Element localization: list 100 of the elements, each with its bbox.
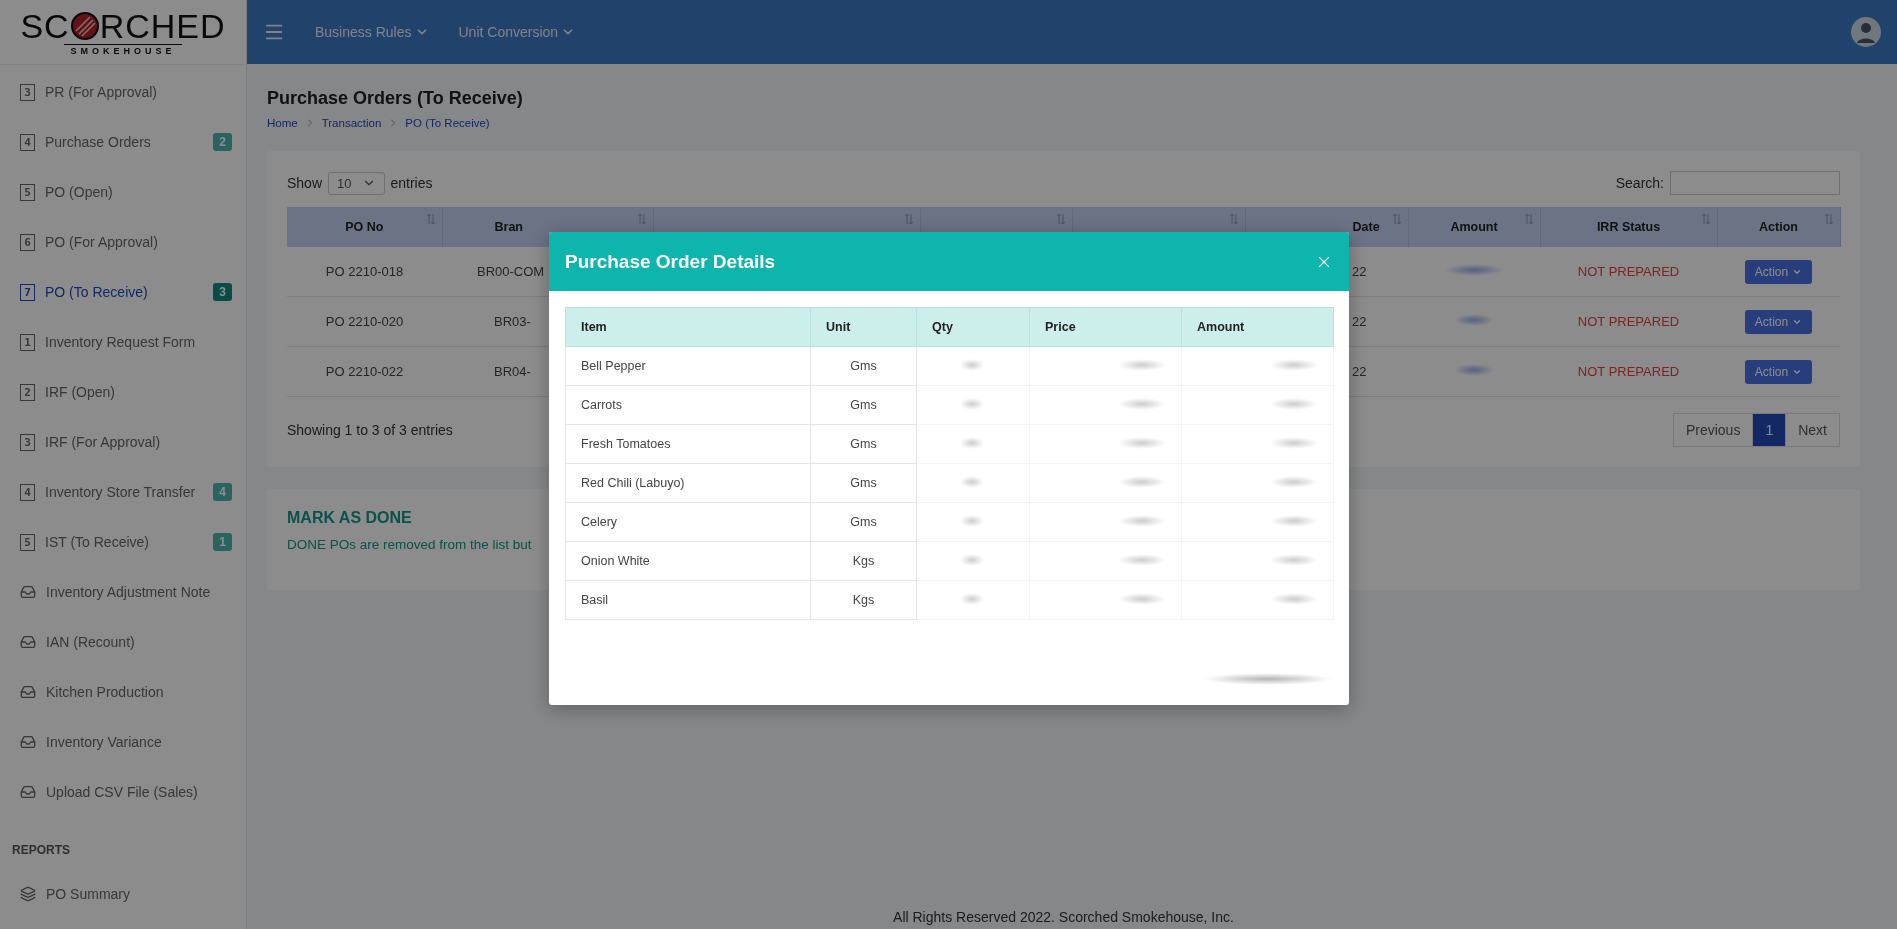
sort-icon[interactable] — [1823, 213, 1834, 225]
action-button[interactable]: Action — [1744, 309, 1813, 334]
sidebar-item[interactable]: 2 IRF (Open) — [0, 367, 246, 417]
column-header: Price — [1029, 307, 1182, 347]
sort-icon[interactable] — [903, 213, 914, 225]
count-badge: 4 — [213, 483, 232, 501]
table-info: Showing 1 to 3 of 3 entries — [287, 422, 453, 438]
sidebar-item-label: IRF (For Approval) — [45, 434, 162, 450]
sidebar-item[interactable]: 6 PO (For Approval) — [0, 217, 246, 267]
count-badge: 1 — [213, 533, 232, 551]
sidebar-item-label: Upload CSV File (Sales) — [46, 784, 199, 800]
search-field[interactable] — [1670, 171, 1840, 195]
layers-icon — [20, 886, 36, 902]
column-header[interactable]: Bran — [494, 220, 523, 234]
sidebar-item[interactable]: Inventory Variance — [0, 717, 246, 767]
sort-icon[interactable] — [1700, 213, 1711, 225]
column-header: Amount — [1181, 307, 1334, 347]
redacted-value — [960, 514, 984, 527]
count-badge: 3 — [213, 283, 232, 301]
sidebar-item[interactable]: Inventory Adjustment Note — [0, 567, 246, 617]
section-heading: REPORTS — [11, 842, 71, 859]
page-button[interactable]: Previous — [1672, 413, 1754, 447]
table-cell: Gms — [810, 463, 917, 503]
table-cell: PO 2210-022 — [325, 364, 404, 379]
redacted-value — [960, 397, 984, 410]
breadcrumb-link[interactable]: PO (To Receive) — [405, 117, 490, 129]
table-cell: 22 — [1352, 314, 1367, 329]
number-icon: 6 — [20, 233, 35, 251]
sidebar-item[interactable]: IAN (Recount) — [0, 617, 246, 667]
nav-menu[interactable]: Business Rules — [315, 24, 429, 40]
logo-text: RCHED — [99, 8, 226, 43]
number-icon: 3 — [20, 433, 35, 451]
sidebar-item-label: Kitchen Production — [46, 684, 165, 700]
page-size-select[interactable]: 10 — [328, 171, 385, 195]
nav-menu[interactable]: Unit Conversion — [458, 24, 576, 40]
sidebar-item-label: PO (To Receive) — [45, 284, 149, 300]
redacted-value — [960, 592, 984, 605]
table-cell: Bell Pepper — [565, 346, 811, 386]
sort-icon[interactable] — [1523, 213, 1534, 225]
page-button[interactable]: Next — [1785, 413, 1840, 447]
logo-text: SC — [20, 8, 70, 43]
redacted-value — [960, 436, 984, 449]
inbox-icon — [20, 684, 36, 700]
sidebar-item[interactable]: 7 PO (To Receive) 3 — [0, 267, 246, 317]
sidebar-item-label: Inventory Store Transfer — [45, 484, 197, 500]
sidebar-item[interactable]: Kitchen Production — [0, 667, 246, 717]
show-label: Show — [287, 175, 323, 191]
page-button[interactable]: 1 — [1752, 413, 1787, 447]
breadcrumb-link[interactable]: Home — [267, 117, 298, 129]
sidebar-item[interactable]: 3 IRF (For Approval) — [0, 417, 246, 467]
sidebar-item[interactable]: 1 Inventory Request Form — [0, 317, 246, 367]
table-cell: Carrots — [565, 385, 811, 425]
sidebar-item-label: Inventory Adjustment Note — [46, 584, 212, 600]
sort-icon[interactable] — [425, 213, 436, 225]
action-button[interactable]: Action — [1744, 359, 1813, 384]
sidebar-item-label: PO (Open) — [45, 184, 114, 200]
table-cell: 22 — [1352, 264, 1367, 279]
table-cell: Gms — [810, 346, 917, 386]
column-header[interactable]: Amount — [1450, 220, 1498, 234]
sidebar-item[interactable]: 4 Inventory Store Transfer 4 — [0, 467, 246, 517]
sidebar-item[interactable]: 5 IST (To Receive) 1 — [0, 517, 246, 567]
search-label: Search: — [1615, 175, 1664, 191]
table-cell: Kgs — [810, 541, 917, 581]
column-header[interactable]: Date — [1352, 220, 1380, 234]
sidebar-item[interactable]: 4 Purchase Orders 2 — [0, 117, 246, 167]
sort-icon[interactable] — [636, 213, 647, 225]
inbox-icon — [20, 584, 36, 600]
column-header[interactable]: Action — [1759, 220, 1798, 234]
table-cell: BR00-COM — [477, 264, 545, 279]
modal-title: Purchase Order Details — [565, 250, 776, 273]
sidebar-item-label: PO (For Approval) — [45, 234, 159, 250]
sidebar-item-label: Inventory Request Form — [45, 334, 197, 350]
redacted-value — [960, 553, 984, 566]
table-cell: Gms — [810, 502, 917, 542]
redacted-value — [960, 358, 984, 371]
sidebar-item-label: Inventory Variance — [46, 734, 163, 750]
avatar[interactable] — [1851, 17, 1881, 47]
table-cell: BR04- — [494, 364, 531, 379]
number-icon: 5 — [20, 533, 35, 551]
column-header: Qty — [916, 307, 1030, 347]
table-cell: Kgs — [810, 580, 917, 620]
status-text: NOT PREPARED — [1577, 364, 1680, 379]
breadcrumb-link[interactable]: Transaction — [321, 117, 382, 129]
sidebar-item[interactable]: PO Summary — [0, 869, 246, 919]
sidebar-item-label: PR (For Approval) — [45, 84, 159, 100]
column-header: Item — [565, 307, 811, 347]
column-header[interactable]: PO No — [345, 220, 384, 234]
sort-icon[interactable] — [1391, 213, 1402, 225]
number-icon: 4 — [20, 133, 35, 151]
column-header[interactable]: IRR Status — [1596, 220, 1661, 234]
status-text: NOT PREPARED — [1577, 264, 1680, 279]
sidebar-item[interactable]: Upload CSV File (Sales) — [0, 767, 246, 817]
sort-icon[interactable] — [1228, 213, 1239, 225]
sidebar-item[interactable]: 5 PO (Open) — [0, 167, 246, 217]
sort-icon[interactable] — [1055, 213, 1066, 225]
entries-label: entries — [390, 175, 433, 191]
table-cell: Gms — [810, 385, 917, 425]
action-button[interactable]: Action — [1744, 259, 1813, 284]
table-cell: Red Chili (Labuyo) — [565, 463, 811, 503]
sidebar-item[interactable]: 3 PR (For Approval) — [0, 67, 246, 117]
